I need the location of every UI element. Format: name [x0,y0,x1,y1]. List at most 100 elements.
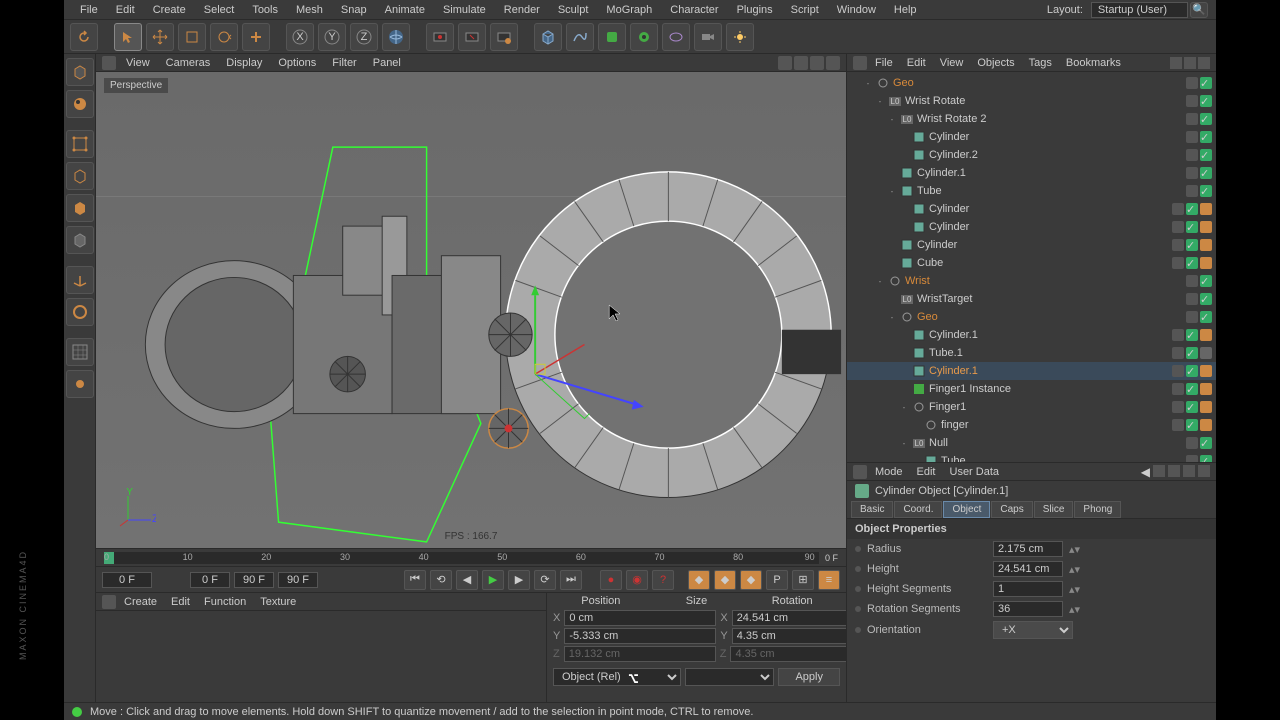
visibility-tag[interactable] [1172,257,1184,269]
tree-row[interactable]: -Tube✓ [847,182,1216,200]
tree-row[interactable]: Finger1 Instance✓ [847,380,1216,398]
visibility-tag[interactable] [1172,329,1184,341]
tree-row[interactable]: Cylinder✓ [847,200,1216,218]
menu-tools[interactable]: Tools [244,2,286,18]
tree-toggle[interactable] [899,132,909,142]
goto-end-button[interactable]: ⏭ [560,570,582,590]
menu-file[interactable]: File [72,2,106,18]
visibility-tag[interactable] [1172,347,1184,359]
enable-tag[interactable]: ✓ [1186,365,1198,377]
vp-menu-panel[interactable]: Panel [367,55,407,71]
phong-tag[interactable] [1200,203,1212,215]
enable-tag[interactable]: ✓ [1200,167,1212,179]
play-button[interactable]: ▶ [482,570,504,590]
menu-mesh[interactable]: Mesh [288,2,331,18]
enable-tag[interactable]: ✓ [1200,311,1212,323]
tree-toggle[interactable] [899,330,909,340]
tree-row[interactable]: -Wrist✓ [847,272,1216,290]
prev-key-button[interactable]: ⟲ [430,570,452,590]
coord-system[interactable] [382,23,410,51]
visibility-tag[interactable] [1186,455,1198,462]
tree-toggle[interactable] [887,240,897,250]
tree-row[interactable]: Cylinder✓ [847,218,1216,236]
viewport-solo[interactable] [66,298,94,326]
tree-toggle[interactable]: - [887,186,897,196]
point-mode[interactable] [66,130,94,158]
phong-tag[interactable] [1200,383,1212,395]
attr-spinner[interactable]: ▴▾ [1069,603,1080,616]
attr-spinner[interactable]: ▴▾ [1069,563,1080,576]
phong-tag[interactable] [1200,239,1212,251]
tree-toggle[interactable]: - [887,312,897,322]
enable-tag[interactable]: ✓ [1200,185,1212,197]
attr-tab-object[interactable]: Object [943,501,990,518]
obj-filter-icon[interactable] [1198,57,1210,69]
attr-hseg-input[interactable] [993,581,1063,597]
menu-select[interactable]: Select [196,2,243,18]
attr-up-icon[interactable] [1153,465,1165,477]
workplane-button[interactable] [66,370,94,398]
object-tree[interactable]: -Geo✓-L0Wrist Rotate✓-L0Wrist Rotate 2✓C… [847,72,1216,462]
x-axis-lock[interactable]: X [286,23,314,51]
phong-tag[interactable] [1200,365,1212,377]
visibility-tag[interactable] [1186,77,1198,89]
render-view[interactable] [426,23,454,51]
key-anim-button[interactable]: ≡ [818,570,840,590]
key-pos-button[interactable]: ◆ [688,570,710,590]
mat-menu-texture[interactable]: Texture [254,594,302,610]
vp-maximize-icon[interactable] [826,56,840,70]
visibility-tag[interactable] [1186,149,1198,161]
polygon-mode[interactable] [66,194,94,222]
coord-apply-button[interactable]: Apply [778,668,840,686]
mat-menu-function[interactable]: Function [198,594,252,610]
enable-tag[interactable]: ✓ [1200,113,1212,125]
materials-grip-icon[interactable] [102,595,116,609]
coord-size-select[interactable] [685,668,774,686]
obj-menu-edit[interactable]: Edit [901,55,932,71]
menu-snap[interactable]: Snap [333,2,375,18]
tree-row[interactable]: -L0Wrist Rotate 2✓ [847,110,1216,128]
render-settings[interactable] [490,23,518,51]
enable-tag[interactable]: ✓ [1186,221,1198,233]
next-frame-button[interactable]: ▶ [508,570,530,590]
vp-menu-filter[interactable]: Filter [326,55,362,71]
tree-row[interactable]: -Geo✓ [847,308,1216,326]
coord-mode-select[interactable]: Object (Rel) [553,668,681,686]
tree-row[interactable]: Cube✓ [847,254,1216,272]
attr-radius-input[interactable] [993,541,1063,557]
key-rot-button[interactable]: ◆ [740,570,762,590]
viewport-grip-icon[interactable] [102,56,116,70]
tree-row[interactable]: L0WristTarget✓ [847,290,1216,308]
enable-tag[interactable]: ✓ [1200,437,1212,449]
attr-back-icon[interactable]: ◀ [1141,465,1150,479]
prev-frame-button[interactable]: ◀ [456,570,478,590]
tree-toggle[interactable]: - [875,276,885,286]
frame-current-input[interactable] [278,572,318,588]
lasttool-button[interactable] [242,23,270,51]
texture-mode[interactable] [66,90,94,118]
tree-toggle[interactable]: - [887,114,897,124]
uv-mode[interactable] [66,226,94,254]
visibility-tag[interactable] [1186,167,1198,179]
menu-animate[interactable]: Animate [377,2,433,18]
key-pla-button[interactable]: P [766,570,788,590]
vp-pan-icon[interactable] [778,56,792,70]
attr-spinner[interactable]: ▴▾ [1069,583,1080,596]
generator-button[interactable] [598,23,626,51]
phong-tag[interactable] [1200,419,1212,431]
edge-mode[interactable] [66,162,94,190]
menu-simulate[interactable]: Simulate [435,2,494,18]
vp-zoom-icon[interactable] [794,56,808,70]
visibility-tag[interactable] [1172,419,1184,431]
menu-edit[interactable]: Edit [108,2,143,18]
tree-row[interactable]: Cylinder✓ [847,128,1216,146]
visibility-tag[interactable] [1172,239,1184,251]
enable-tag[interactable]: ✓ [1200,149,1212,161]
visibility-tag[interactable] [1172,365,1184,377]
tree-row[interactable]: Cylinder.1✓ [847,164,1216,182]
vp-menu-display[interactable]: Display [220,55,268,71]
menu-mograph[interactable]: MoGraph [598,2,660,18]
tree-toggle[interactable] [887,258,897,268]
key-all-button[interactable]: ⊞ [792,570,814,590]
tree-toggle[interactable] [899,222,909,232]
